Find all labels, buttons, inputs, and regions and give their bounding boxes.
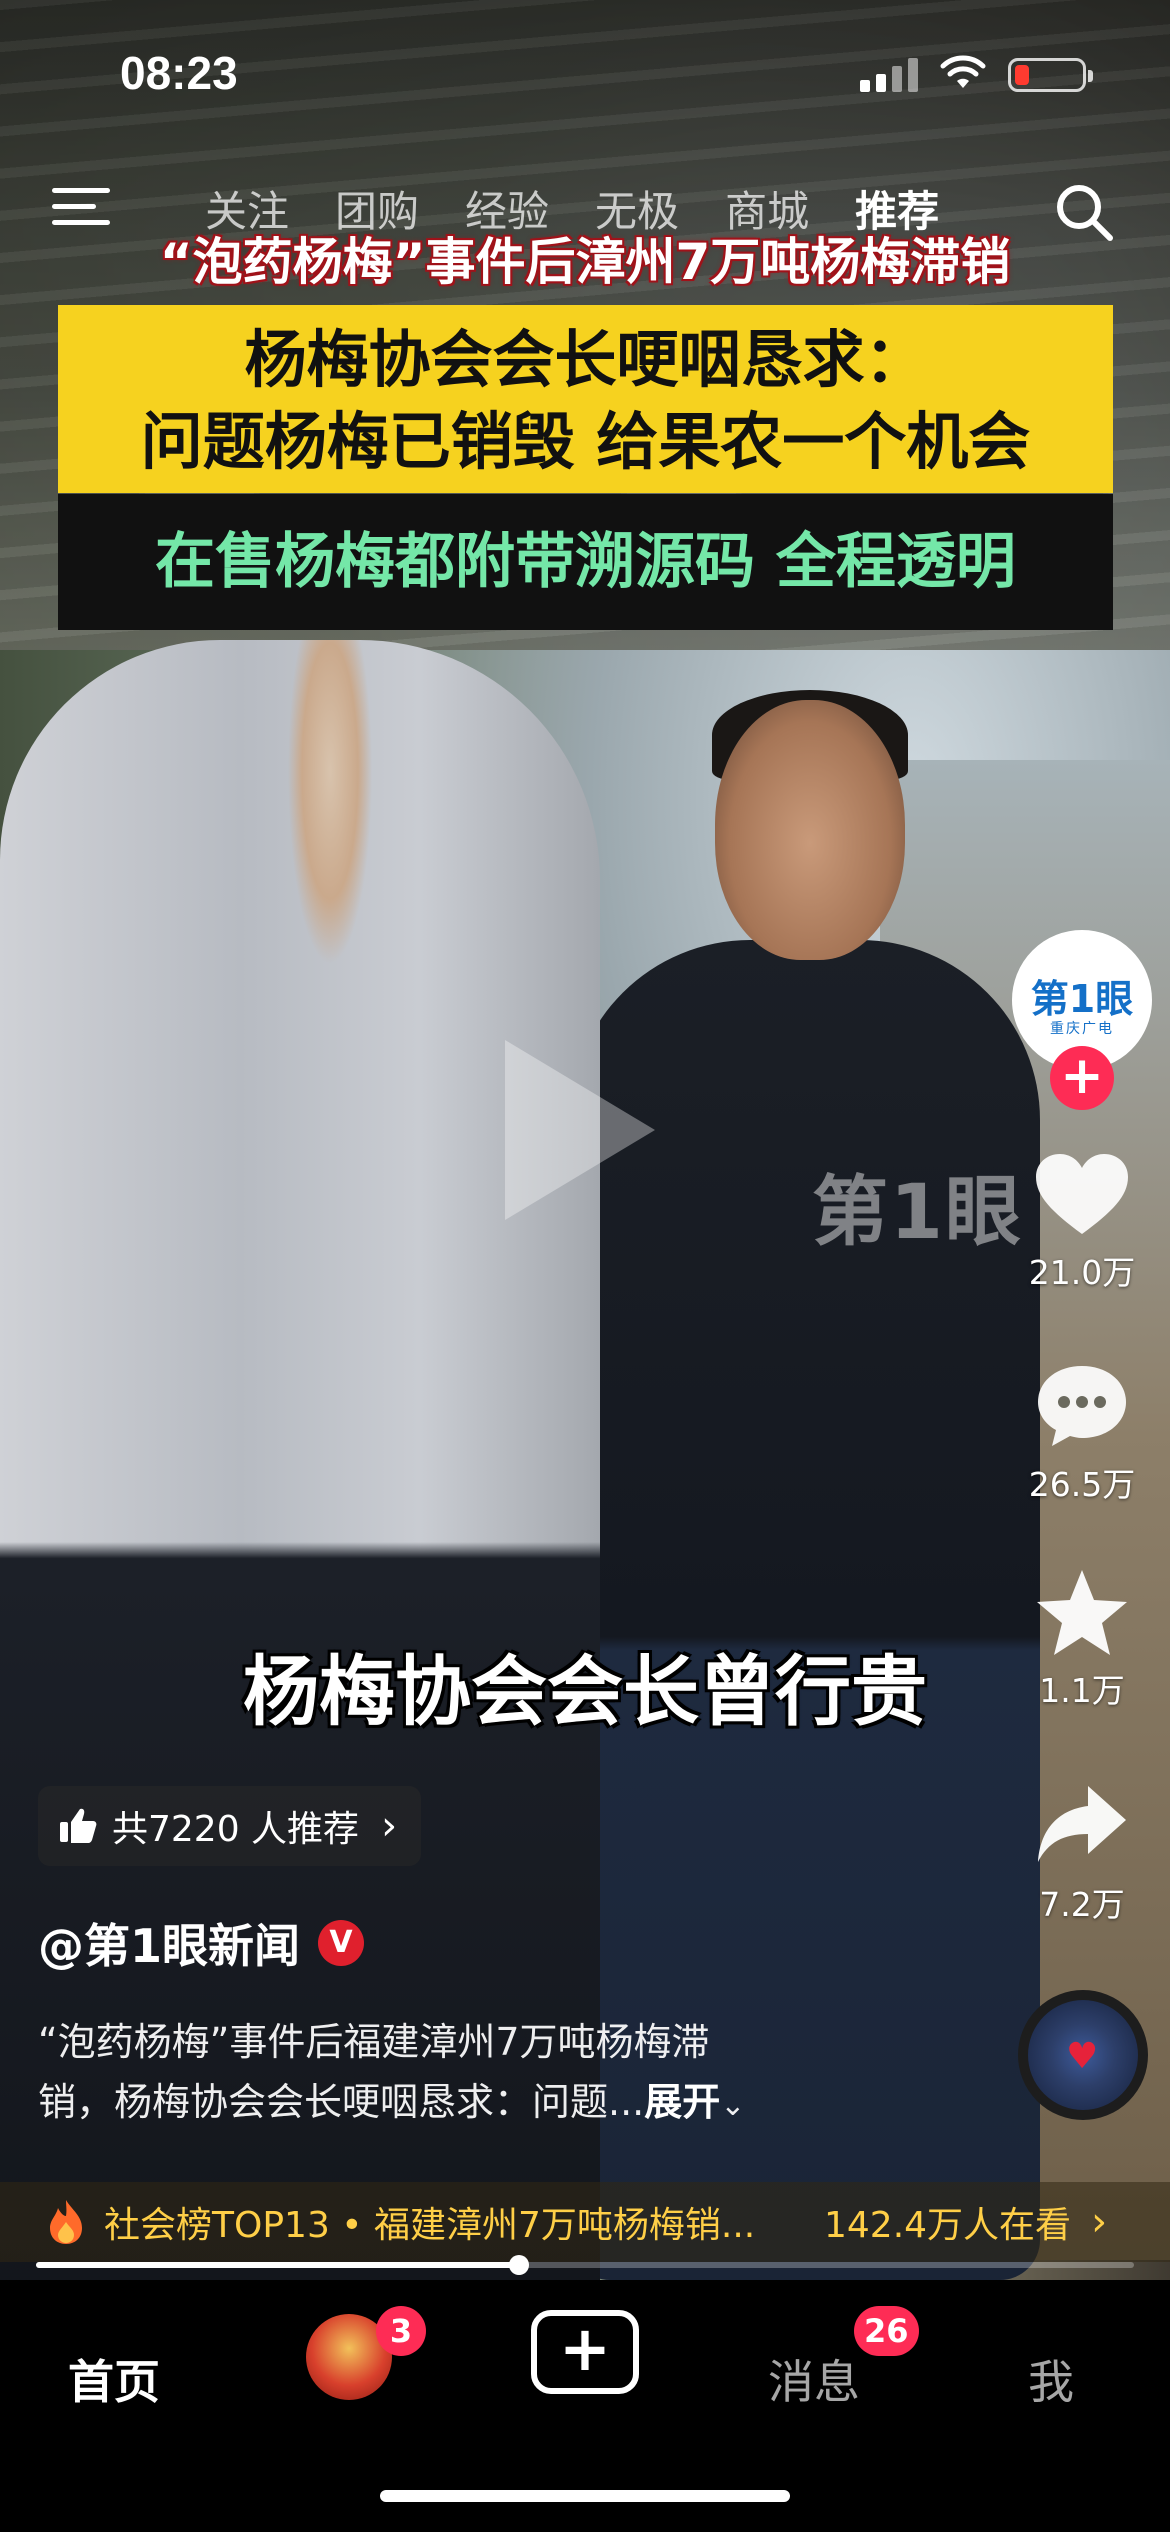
caption-expand-button[interactable]: 展开 bbox=[644, 2080, 720, 2124]
star-icon bbox=[1037, 1570, 1127, 1655]
like-count: 21.0万 bbox=[1028, 1253, 1136, 1292]
music-heart-icon: ♥ bbox=[1066, 2036, 1099, 2077]
video-green-caption: 在售杨梅都附带溯源码 全程透明 bbox=[58, 494, 1113, 630]
caption-line2: 销，杨梅协会会长哽咽恳求：问题... bbox=[38, 2080, 645, 2124]
comment-button[interactable]: 26.5万 bbox=[1000, 1360, 1164, 1506]
follow-button[interactable]: + bbox=[1050, 1046, 1114, 1110]
author-name[interactable]: @第1眼新闻 bbox=[38, 1910, 300, 1976]
video-person-head bbox=[715, 700, 905, 960]
status-bar: 08:23 bbox=[0, 0, 1170, 150]
flame-icon bbox=[50, 2200, 82, 2244]
viewer-count: 142.4万人在看 bbox=[824, 2205, 1072, 2246]
author-row[interactable]: @第1眼新闻 V bbox=[38, 1910, 365, 1976]
tab-messages[interactable]: 消息 bbox=[768, 2346, 860, 2412]
favorite-count: 1.1万 bbox=[1039, 1671, 1125, 1710]
share-count: 7.2万 bbox=[1039, 1885, 1125, 1924]
cellular-signal-icon bbox=[860, 58, 918, 92]
tab-me[interactable]: 我 bbox=[1028, 2346, 1074, 2412]
video-progress-bar[interactable] bbox=[36, 2255, 1134, 2275]
verified-badge-icon: V bbox=[318, 1920, 365, 1966]
caption-line1: “泡药杨梅”事件后福建漳州7万吨杨梅滞 bbox=[38, 2020, 710, 2064]
video-title-box: 杨梅协会会长哽咽恳求： 问题杨梅已销毁 给果农一个机会 bbox=[58, 305, 1113, 493]
recommend-label: 共7220 人推荐 bbox=[112, 1809, 360, 1850]
status-time: 08:23 bbox=[120, 47, 238, 99]
action-rail: 第1眼 重庆广电 + 21.0万 26.5万 1.1万 7.2万 ♥ bbox=[1000, 0, 1170, 2280]
avatar-subtext: 重庆广电 bbox=[1050, 1021, 1114, 1037]
friends-badge: 3 bbox=[376, 2306, 426, 2356]
chevron-right-icon: › bbox=[381, 1803, 398, 1849]
heart-icon bbox=[1036, 1154, 1128, 1234]
music-disc[interactable]: ♥ bbox=[1018, 1990, 1148, 2120]
recommend-pill[interactable]: 共7220 人推荐 › bbox=[38, 1786, 422, 1866]
progress-fill bbox=[36, 2262, 520, 2268]
video-headline: “泡药杨梅”事件后漳州7万吨杨梅滞销 bbox=[159, 233, 1011, 291]
video-title-line2: 问题杨梅已销毁 给果农一个机会 bbox=[140, 405, 1031, 478]
share-button[interactable]: 7.2万 bbox=[1000, 1780, 1164, 1926]
video-title-line1: 杨梅协会会长哽咽恳求： bbox=[244, 323, 927, 396]
messages-badge: 26 bbox=[854, 2306, 919, 2356]
create-post-button[interactable]: + bbox=[531, 2310, 639, 2394]
video-caption[interactable]: “泡药杨梅”事件后福建漳州7万吨杨梅滞 销，杨梅协会会长哽咽恳求：问题...展开… bbox=[38, 2012, 858, 2136]
tab-home[interactable]: 首页 bbox=[68, 2346, 160, 2412]
progress-knob[interactable] bbox=[509, 2255, 530, 2275]
share-icon bbox=[1038, 1786, 1126, 1862]
chevron-down-icon: ⌄ bbox=[720, 2088, 746, 2123]
video-watermark: 第1眼 bbox=[812, 1167, 1023, 1256]
play-icon[interactable] bbox=[505, 1040, 655, 1220]
thumbs-up-icon bbox=[60, 1808, 97, 1843]
comment-icon bbox=[1038, 1366, 1126, 1446]
comment-count: 26.5万 bbox=[1028, 1465, 1136, 1504]
hot-list-text: 社会榜TOP13 • 福建漳州7万吨杨梅销... bbox=[104, 2205, 756, 2246]
chevron-right-icon: › bbox=[1091, 2199, 1108, 2245]
home-indicator bbox=[380, 2490, 790, 2502]
favorite-button[interactable]: 1.1万 bbox=[1000, 1566, 1164, 1712]
hot-list-bar[interactable]: 社会榜TOP13 • 福建漳州7万吨杨梅销... 142.4万人在看 › bbox=[0, 2182, 1170, 2262]
avatar-logo: 第1眼 bbox=[1030, 977, 1134, 1021]
video-subtitle: 杨梅协会会长曾行贵 bbox=[243, 1647, 927, 1736]
wifi-icon bbox=[940, 55, 986, 88]
like-button[interactable]: 21.0万 bbox=[1000, 1150, 1164, 1294]
